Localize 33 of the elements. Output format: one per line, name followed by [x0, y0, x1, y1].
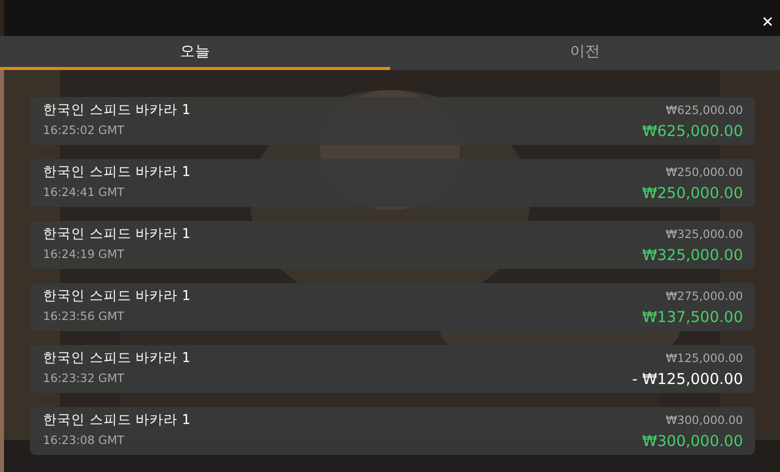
tab[interactable]: 오늘	[0, 36, 390, 70]
game-name: 한국인 스피드 바카라 1	[43, 349, 190, 368]
bet-row[interactable]: 한국인 스피드 바카라 1 16:23:56 GMT ₩275,000.00 ₩137,500.00	[30, 283, 755, 331]
bet-row[interactable]: 한국인 스피드 바카라 1 16:25:02 GMT ₩625,000.00 ₩625,000.00	[30, 97, 755, 145]
tab[interactable]: 이전	[390, 36, 780, 70]
bet-row[interactable]: 한국인 스피드 바카라 1 16:23:08 GMT ₩300,000.00 ₩300,000.00	[30, 407, 755, 455]
bet-row[interactable]: 한국인 스피드 바카라 1 16:24:19 GMT ₩325,000.00 ₩325,000.00	[30, 221, 755, 269]
game-name: 한국인 스피드 바카라 1	[43, 225, 190, 244]
bet-time: 16:24:41 GMT	[43, 184, 126, 201]
payout-amount: ₩325,000.00	[642, 245, 743, 266]
bet-time: 16:23:08 GMT	[43, 432, 126, 449]
stake-amount: ₩275,000.00	[664, 288, 743, 305]
payout-amount: ₩300,000.00	[642, 431, 743, 452]
payout-amount: ₩625,000.00	[642, 121, 743, 142]
game-name: 한국인 스피드 바카라 1	[43, 287, 190, 306]
payout-amount: ₩250,000.00	[642, 183, 743, 204]
stake-amount: ₩125,000.00	[664, 350, 743, 367]
stake-amount: ₩625,000.00	[664, 102, 743, 119]
payout-amount: ₩137,500.00	[642, 307, 743, 328]
stake-amount: ₩325,000.00	[664, 226, 743, 243]
bet-time: 16:23:32 GMT	[43, 370, 126, 387]
game-name: 한국인 스피드 바카라 1	[43, 163, 190, 182]
game-name: 한국인 스피드 바카라 1	[43, 101, 190, 120]
bet-row[interactable]: 한국인 스피드 바카라 1 16:23:32 GMT ₩125,000.00 - ₩125,000.00	[30, 345, 755, 393]
bet-time: 16:23:56 GMT	[43, 308, 126, 325]
game-name: 한국인 스피드 바카라 1	[43, 411, 190, 430]
bet-time: 16:24:19 GMT	[43, 246, 126, 263]
payout-amount: - ₩125,000.00	[632, 369, 743, 390]
bet-time: 16:25:02 GMT	[43, 122, 126, 139]
stake-amount: ₩300,000.00	[664, 412, 743, 429]
bet-row[interactable]: 한국인 스피드 바카라 1 16:24:41 GMT ₩250,000.00 ₩250,000.00	[30, 159, 755, 207]
close-button[interactable]: ✕	[755, 8, 780, 36]
stake-amount: ₩250,000.00	[664, 164, 743, 181]
